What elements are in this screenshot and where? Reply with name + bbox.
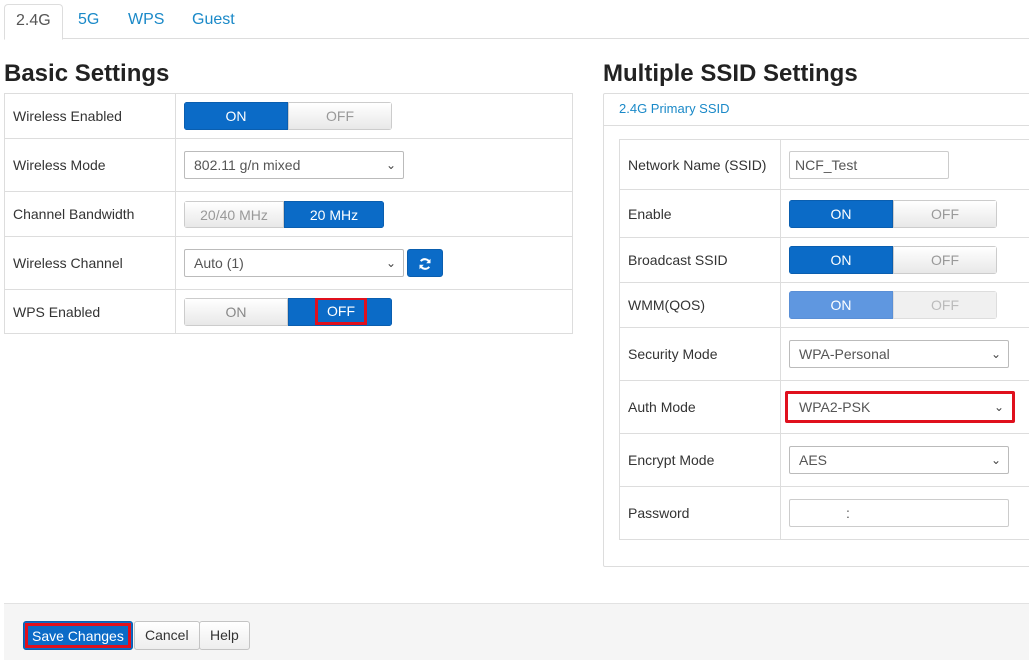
auth-mode-label: Auth Mode (619, 380, 781, 434)
row-security-mode: Security Mode WPA-Personal ⌄ (619, 327, 1029, 381)
row-wireless-channel: Wireless Channel Auto (1) ⌄ (4, 236, 573, 290)
security-mode-label: Security Mode (619, 327, 781, 381)
wps-enabled-toggle[interactable]: ON OFF (184, 297, 392, 326)
row-encrypt-mode: Encrypt Mode AES ⌄ (619, 433, 1029, 487)
encrypt-mode-value: AES (799, 452, 828, 468)
tab-guest[interactable]: Guest (181, 4, 246, 39)
ssid-enable-off[interactable]: OFF (893, 199, 997, 228)
wireless-mode-value: 802.11 g/n mixed (194, 157, 301, 173)
broadcast-label: Broadcast SSID (619, 237, 781, 283)
tab-bar: 2.4G 5G WPS Guest (4, 0, 1029, 40)
row-wireless-enabled: Wireless Enabled ON OFF (4, 93, 573, 139)
network-name-label: Network Name (SSID) (619, 139, 781, 190)
wps-off-label: OFF (315, 297, 367, 325)
wmm-label: WMM(QOS) (619, 282, 781, 328)
tab-wps[interactable]: WPS (117, 4, 175, 39)
wmm-off: OFF (893, 291, 997, 319)
password-label: Password (619, 486, 781, 540)
chevron-down-icon: ⌄ (990, 347, 1001, 361)
wps-on-option[interactable]: ON (184, 297, 288, 326)
basic-settings-title: Basic Settings (4, 60, 170, 87)
save-changes-button[interactable]: Save Changes (23, 621, 133, 650)
wireless-enabled-off[interactable]: OFF (288, 102, 392, 130)
broadcast-ssid-toggle[interactable]: ON OFF (789, 246, 997, 274)
wps-enabled-label: WPS Enabled (4, 289, 176, 334)
security-mode-value: WPA-Personal (799, 346, 890, 362)
ssid-enable-toggle[interactable]: ON OFF (789, 199, 997, 228)
channel-bandwidth-toggle[interactable]: 20/40 MHz 20 MHz (184, 200, 384, 228)
password-input[interactable]: : (789, 499, 1009, 527)
enable-label: Enable (619, 189, 781, 238)
wireless-channel-select[interactable]: Auto (1) ⌄ (184, 249, 404, 277)
save-changes-label: Save Changes (25, 623, 131, 648)
bandwidth-20-40-option[interactable]: 20/40 MHz (184, 200, 284, 228)
wireless-enabled-toggle[interactable]: ON OFF (184, 102, 392, 130)
ssid-settings-table: Network Name (SSID) NCF_Test Enable ON O… (619, 139, 1029, 540)
wireless-channel-value: Auto (1) (194, 255, 244, 271)
row-channel-bandwidth: Channel Bandwidth 20/40 MHz 20 MHz (4, 191, 573, 237)
ssid-name-input[interactable]: NCF_Test (789, 150, 949, 179)
tab-5g[interactable]: 5G (67, 4, 110, 39)
wmm-toggle: ON OFF (789, 291, 997, 319)
encrypt-mode-select[interactable]: AES ⌄ (789, 446, 1009, 474)
wps-off-option[interactable]: OFF (288, 297, 392, 326)
row-password: Password : (619, 486, 1029, 540)
chevron-down-icon: ⌄ (385, 158, 396, 172)
multiple-ssid-title: Multiple SSID Settings (603, 60, 858, 87)
help-button[interactable]: Help (199, 621, 250, 650)
auth-mode-select[interactable]: WPA2-PSK ⌄ (785, 391, 1015, 423)
row-auth-mode: Auth Mode WPA2-PSK ⌄ (619, 380, 1029, 434)
row-broadcast: Broadcast SSID ON OFF (619, 237, 1029, 283)
chevron-down-icon: ⌄ (990, 453, 1001, 467)
wireless-enabled-label: Wireless Enabled (4, 93, 176, 139)
wireless-mode-select[interactable]: 802.11 g/n mixed ⌄ (184, 151, 404, 179)
row-wmm: WMM(QOS) ON OFF (619, 282, 1029, 328)
wmm-on: ON (789, 291, 893, 319)
refresh-icon (419, 258, 431, 271)
refresh-channel-button[interactable] (407, 249, 443, 277)
auth-mode-value: WPA2-PSK (799, 399, 871, 415)
form-footer: Save Changes Cancel Help (4, 603, 1029, 660)
tab-2-4g[interactable]: 2.4G (4, 4, 63, 40)
cancel-button[interactable]: Cancel (134, 621, 200, 650)
row-enable: Enable ON OFF (619, 189, 1029, 238)
basic-settings-table: Wireless Enabled ON OFF Wireless Mode 80… (4, 93, 573, 334)
broadcast-on[interactable]: ON (789, 246, 893, 274)
channel-bandwidth-label: Channel Bandwidth (4, 191, 176, 237)
row-network-name: Network Name (SSID) NCF_Test (619, 139, 1029, 190)
wireless-enabled-on[interactable]: ON (184, 102, 288, 130)
wireless-mode-label: Wireless Mode (4, 138, 176, 192)
bandwidth-20-option[interactable]: 20 MHz (284, 200, 384, 228)
ssid-enable-on[interactable]: ON (789, 199, 893, 228)
security-mode-select[interactable]: WPA-Personal ⌄ (789, 340, 1009, 368)
chevron-down-icon: ⌄ (993, 400, 1004, 414)
row-wps-enabled: WPS Enabled ON OFF (4, 289, 573, 334)
encrypt-mode-label: Encrypt Mode (619, 433, 781, 487)
row-wireless-mode: Wireless Mode 802.11 g/n mixed ⌄ (4, 138, 573, 192)
primary-ssid-heading[interactable]: 2.4G Primary SSID (604, 94, 1029, 126)
broadcast-off[interactable]: OFF (893, 246, 997, 274)
chevron-down-icon: ⌄ (385, 256, 396, 270)
wireless-channel-label: Wireless Channel (4, 236, 176, 290)
